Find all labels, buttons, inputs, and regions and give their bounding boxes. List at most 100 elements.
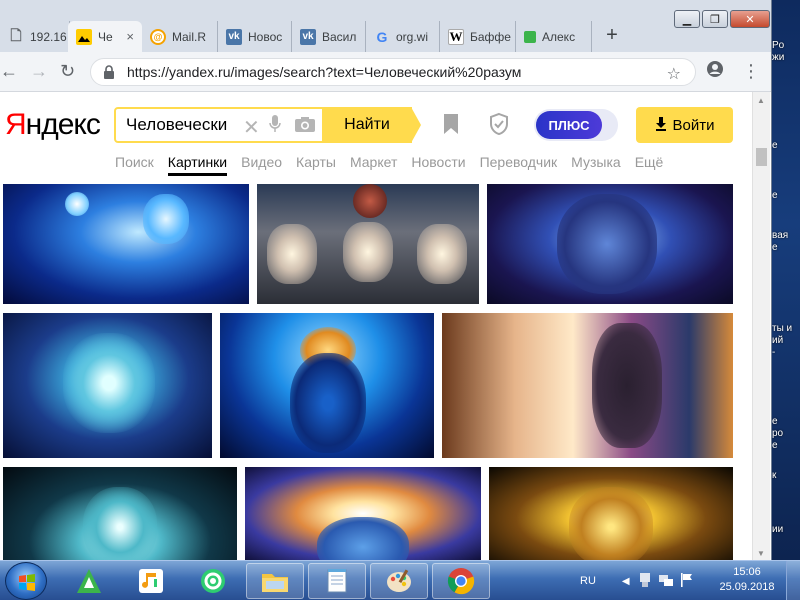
services-nav: Поиск Картинки Видео Карты Маркет Новост… [115,154,677,176]
clock-time: 15:06 [733,566,761,578]
taskbar-app-avito[interactable] [60,563,118,599]
desktop-icon-label[interactable]: е [772,140,800,152]
tab-wikipedia[interactable]: W Баффе [440,21,516,52]
start-button[interactable] [5,562,47,600]
minimize-icon: ▁ [682,13,692,26]
service-news[interactable]: Новости [411,154,465,176]
tab-title: Mail.R [172,29,207,44]
tab-vk-news[interactable]: vk Новос [218,21,292,52]
image-result[interactable] [487,184,733,304]
yandex-logo[interactable]: Яндекс [5,108,101,142]
service-more[interactable]: Ещё [635,154,664,176]
search-query-text: Человечески [126,115,228,134]
tab-vk-user[interactable]: vk Васил [292,21,366,52]
plus-toggle[interactable]: ПЛЮС [534,109,618,141]
service-translate[interactable]: Переводчик [480,154,558,176]
clear-icon[interactable]: ✕ [243,115,260,140]
image-result[interactable] [489,467,733,560]
scroll-down-icon[interactable]: ▼ [757,549,765,558]
desktop-icon-label[interactable]: к [772,470,800,482]
lock-icon [103,65,117,79]
paint-palette-icon [387,569,411,592]
service-market[interactable]: Маркет [350,154,397,176]
login-button[interactable]: Войти [636,107,733,143]
menu-dots-icon[interactable]: ⋮ [742,61,760,82]
tray-arrow-icon[interactable]: ◀ [622,576,630,587]
page-scrollbar[interactable]: ▲ ▼ [752,92,770,560]
taskbar-app-notepad[interactable] [308,563,366,599]
tab-strip: 🗋 192.16 Че × @ Mail.R vk Новос vk Васил… [0,0,771,52]
service-images[interactable]: Картинки [167,154,228,176]
tab-yandex-images[interactable]: Че × [68,21,142,52]
address-bar[interactable]: https://yandex.ru/images/search?text=Чел… [90,58,696,86]
taskbar: RU ◀ 15:06 25.09.2018 [0,560,800,600]
new-tab-button[interactable]: + [600,24,624,48]
image-result[interactable] [245,467,481,560]
image-result[interactable] [220,313,434,458]
clock-date: 25.09.2018 [719,581,775,593]
chrome-icon [447,568,475,595]
service-maps[interactable]: Карты [296,154,336,176]
tab-mail-ru[interactable]: @ Mail.R [142,21,218,52]
desktop-icon-label[interactable]: ты и ий - [772,323,800,359]
image-result[interactable] [3,467,237,560]
service-video[interactable]: Видео [241,154,282,176]
image-result[interactable] [442,313,733,458]
show-desktop-button[interactable] [786,561,800,600]
reload-icon[interactable]: ↻ [60,61,75,82]
tab-title: Новос [248,29,283,44]
desktop-icon-label[interactable]: Po жи [772,40,800,64]
yandex-images-icon [76,28,92,45]
tab-alex[interactable]: Алекс [516,21,592,52]
yandex-images-page: Яндекс Человечески ✕ Найти ПЛЮС Войти По… [0,92,752,560]
tab-title: Васил [322,29,357,44]
green-square-icon [524,30,536,43]
language-indicator[interactable]: RU [580,575,596,587]
usb-device-icon[interactable] [638,572,652,591]
profile-icon[interactable] [706,60,724,83]
bookmark-star-icon[interactable]: ☆ [667,64,681,84]
tab-google[interactable]: G org.wi [366,21,440,52]
find-button-arrow [411,107,421,143]
logo-text: ндекс [25,108,101,141]
tab-router[interactable]: 🗋 192.16 [0,21,70,52]
vk-icon: vk [300,28,316,45]
taskbar-app-music[interactable] [122,563,180,599]
close-icon[interactable]: × [126,29,134,44]
minimize-button[interactable]: ▁ [674,10,700,28]
close-icon: ✕ [745,13,755,26]
image-result[interactable] [3,313,212,458]
taskbar-app-paint[interactable] [370,563,428,599]
tab-title: Баффе [470,29,511,44]
service-search[interactable]: Поиск [115,154,154,176]
image-result[interactable] [3,184,249,304]
taskbar-app-explorer[interactable] [246,563,304,599]
service-music[interactable]: Музыка [571,154,621,176]
maximize-button[interactable]: ❐ [702,10,728,28]
back-icon[interactable]: ← [0,61,18,82]
bookmarks-icon[interactable] [441,112,461,142]
desktop-icon-label[interactable]: е ро е [772,416,800,452]
image-result[interactable] [257,184,479,304]
scrollbar-thumb[interactable] [756,148,767,166]
google-icon: G [376,28,388,45]
tab-title: org.wi [396,29,429,44]
close-window-button[interactable]: ✕ [730,10,770,28]
shield-icon[interactable] [488,112,510,142]
scroll-up-icon[interactable]: ▲ [757,96,765,105]
page-icon: 🗋 [10,26,22,43]
find-button[interactable]: Найти [322,107,412,143]
network-icon[interactable] [658,572,674,591]
taskbar-app-chrome[interactable] [432,563,490,599]
camera-icon[interactable] [294,116,316,138]
desktop-icon-label[interactable]: ии [772,524,800,536]
desktop-icon-label[interactable]: е [772,190,800,202]
desktop-icon-label[interactable]: вая е [772,230,800,254]
forward-icon[interactable]: → [30,61,48,82]
action-center-flag-icon[interactable] [680,572,694,591]
clock[interactable]: 15:06 25.09.2018 [716,565,778,595]
taskbar-app-mail-agent[interactable] [184,563,242,599]
microphone-icon[interactable] [268,114,282,139]
tab-title: 192.16 [30,29,67,44]
mail-ru-icon: @ [150,28,166,45]
